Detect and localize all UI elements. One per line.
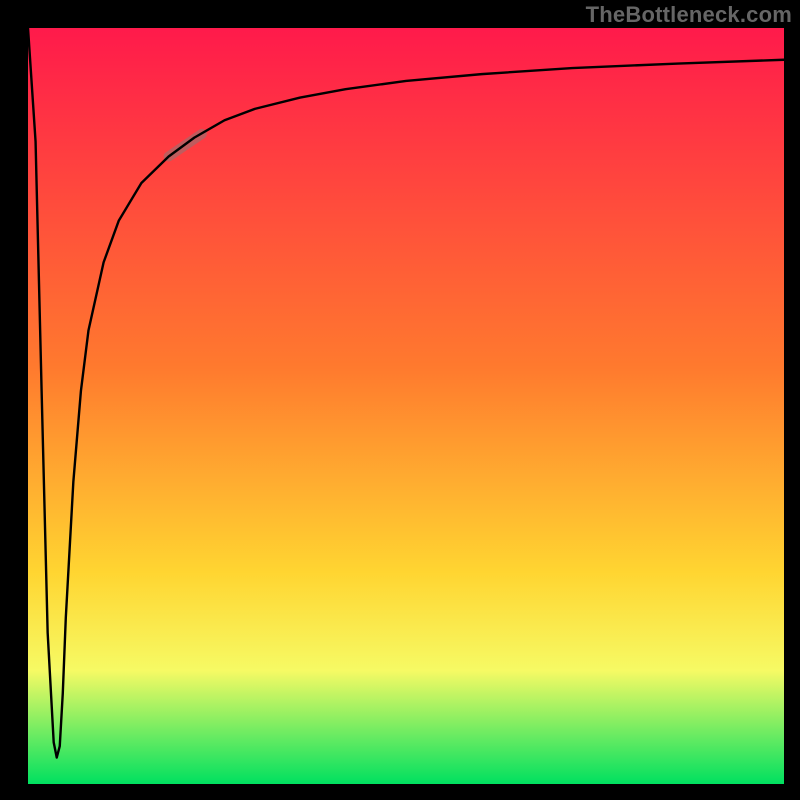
gradient-background — [28, 28, 784, 784]
chart-svg — [28, 28, 784, 784]
chart-container: TheBottleneck.com — [0, 0, 800, 800]
plot-area — [28, 28, 784, 784]
watermark-text: TheBottleneck.com — [586, 2, 792, 28]
